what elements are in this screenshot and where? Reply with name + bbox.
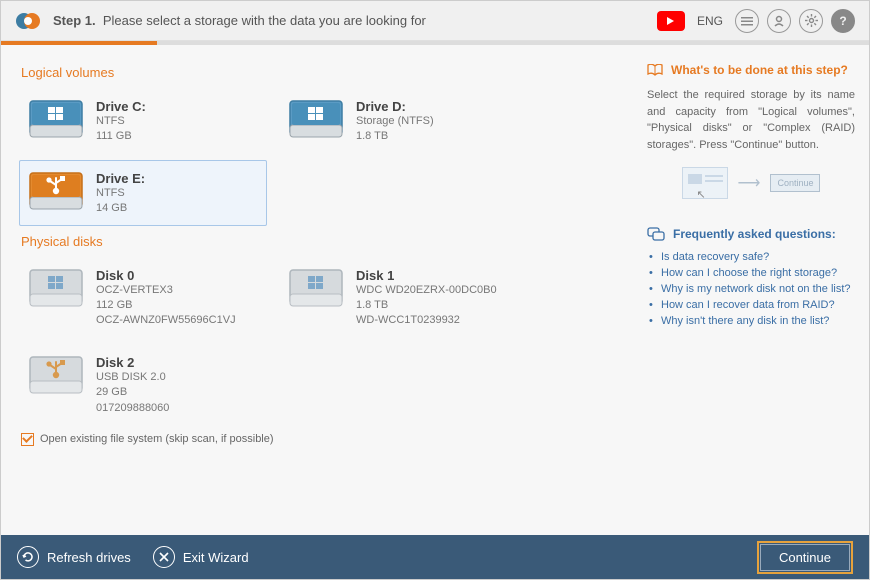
continue-button[interactable]: Continue: [757, 541, 853, 574]
refresh-label: Refresh drives: [47, 550, 131, 565]
refresh-icon: [17, 546, 39, 568]
disk-serial: OCZ-AWNZ0FW55696C1VJ: [96, 313, 236, 328]
faq-link[interactable]: How can I choose the right storage?: [647, 265, 855, 281]
user-icon[interactable]: [767, 9, 791, 33]
disk-size: 29 GB: [96, 385, 169, 400]
disk-name: Disk 1: [356, 268, 497, 283]
app-logo-icon: [15, 8, 41, 34]
drive-icon: [288, 266, 344, 310]
close-icon: [153, 546, 175, 568]
faq-icon: [647, 227, 665, 241]
refresh-button[interactable]: Refresh drives: [17, 546, 131, 568]
log-icon[interactable]: [735, 9, 759, 33]
book-icon: [647, 64, 663, 76]
exit-label: Exit Wizard: [183, 550, 249, 565]
faq-link[interactable]: Is data recovery safe?: [647, 249, 855, 265]
faq-link[interactable]: How can I recover data from RAID?: [647, 297, 855, 313]
language-selector[interactable]: ENG: [693, 14, 727, 28]
disk-model: OCZ-VERTEX3: [96, 283, 236, 298]
drive-icon: [28, 266, 84, 310]
header: Step 1. Please select a storage with the…: [1, 1, 869, 41]
drive-size: 14 GB: [96, 201, 145, 216]
logical-volume[interactable]: Drive C: NTFS 111 GB: [19, 88, 267, 154]
drive-icon: [288, 97, 344, 141]
disk-name: Disk 2: [96, 355, 169, 370]
drive-name: Drive E:: [96, 171, 145, 186]
drive-icon: [28, 353, 84, 397]
drive-size: 1.8 TB: [356, 129, 434, 144]
help-title: What's to be done at this step?: [647, 63, 855, 77]
footer: Refresh drives Exit Wizard Continue: [1, 535, 869, 579]
physical-disk[interactable]: Disk 0 OCZ-VERTEX3 112 GB OCZ-AWNZ0FW556…: [19, 257, 267, 338]
checkbox-label: Open existing file system (skip scan, if…: [40, 433, 274, 445]
help-icon[interactable]: ?: [831, 9, 855, 33]
disk-serial: 017209888060: [96, 401, 169, 416]
help-text: Select the required storage by its name …: [647, 87, 855, 153]
disk-size: 112 GB: [96, 298, 236, 313]
drive-fs: NTFS: [96, 114, 146, 129]
youtube-icon[interactable]: [657, 11, 685, 31]
disk-model: USB DISK 2.0: [96, 370, 169, 385]
exit-button[interactable]: Exit Wizard: [153, 546, 249, 568]
help-panel: What's to be done at this step? Select t…: [645, 45, 869, 535]
step-title: Step 1. Please select a storage with the…: [53, 13, 426, 28]
section-logical-title: Logical volumes: [21, 65, 627, 80]
skip-scan-checkbox[interactable]: Open existing file system (skip scan, if…: [21, 433, 627, 446]
section-physical-title: Physical disks: [21, 234, 627, 249]
faq-link[interactable]: Why is my network disk not on the list?: [647, 281, 855, 297]
logical-volume[interactable]: Drive E: NTFS 14 GB: [19, 160, 267, 226]
disk-serial: WD-WCC1T0239932: [356, 313, 497, 328]
physical-disk[interactable]: Disk 2 USB DISK 2.0 29 GB 017209888060: [19, 344, 267, 425]
drive-fs: NTFS: [96, 186, 145, 201]
help-illustration: ↖ ⟶ Continue: [647, 167, 855, 199]
checkbox-icon: [21, 433, 34, 446]
drive-icon: [28, 169, 84, 213]
drive-name: Drive C:: [96, 99, 146, 114]
drive-fs: Storage (NTFS): [356, 114, 434, 129]
gear-icon[interactable]: [799, 9, 823, 33]
faq-link[interactable]: Why isn't there any disk in the list?: [647, 313, 855, 329]
logical-volume[interactable]: Drive D: Storage (NTFS) 1.8 TB: [279, 88, 527, 154]
disk-size: 1.8 TB: [356, 298, 497, 313]
drive-size: 111 GB: [96, 129, 146, 144]
disk-name: Disk 0: [96, 268, 236, 283]
drive-name: Drive D:: [356, 99, 434, 114]
disk-model: WDC WD20EZRX-00DC0B0: [356, 283, 497, 298]
faq-title: Frequently asked questions:: [647, 227, 855, 241]
physical-disk[interactable]: Disk 1 WDC WD20EZRX-00DC0B0 1.8 TB WD-WC…: [279, 257, 527, 338]
drive-icon: [28, 97, 84, 141]
storage-panel: Logical volumes Drive C: NTFS 111 GB Dri…: [1, 45, 645, 535]
faq-list: Is data recovery safe?How can I choose t…: [647, 249, 855, 329]
